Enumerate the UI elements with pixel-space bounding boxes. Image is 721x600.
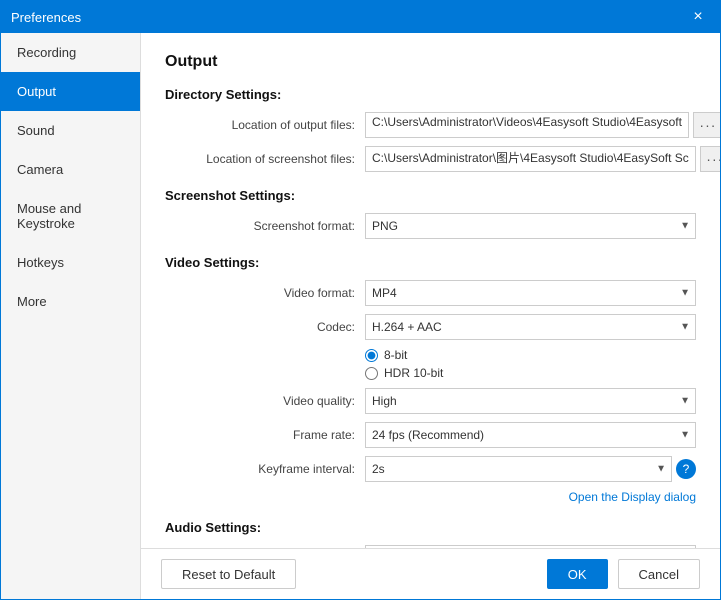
output-files-control: C:\Users\Administrator\Videos\4Easysoft … bbox=[365, 112, 720, 138]
video-format-control: MP4 MOV AVI MKV ▼ bbox=[365, 280, 696, 306]
video-format-select[interactable]: MP4 MOV AVI MKV bbox=[365, 280, 696, 306]
video-codec-label: Codec: bbox=[165, 320, 365, 334]
bit-hdr-option: HDR 10-bit bbox=[365, 366, 443, 380]
video-quality-row: Video quality: High Medium Low ▼ bbox=[165, 388, 696, 414]
sidebar-item-mouse-keystroke[interactable]: Mouse and Keystroke bbox=[1, 189, 140, 243]
sidebar-item-output[interactable]: Output bbox=[1, 72, 140, 111]
bit-depth-row: 8-bit HDR 10-bit bbox=[165, 348, 696, 380]
bit-8-radio[interactable] bbox=[365, 349, 378, 362]
bit-depth-radio-group: 8-bit HDR 10-bit bbox=[365, 348, 443, 380]
audio-section-title: Audio Settings: bbox=[165, 520, 696, 535]
video-quality-label: Video quality: bbox=[165, 394, 365, 408]
main-scroll-area: Output Directory Settings: Location of o… bbox=[141, 33, 720, 548]
screenshot-format-wrapper: PNG JPG BMP GIF ▼ bbox=[365, 213, 696, 239]
framerate-control: 24 fps (Recommend) 30 fps 60 fps ▼ bbox=[365, 422, 696, 448]
video-quality-wrapper: High Medium Low ▼ bbox=[365, 388, 696, 414]
screenshot-files-dots-button[interactable]: ··· bbox=[700, 146, 720, 172]
sidebar-item-more[interactable]: More bbox=[1, 282, 140, 321]
video-codec-wrapper: H.264 + AAC H.265 + AAC ▼ bbox=[365, 314, 696, 340]
bit-8-label: 8-bit bbox=[384, 348, 407, 362]
cancel-button[interactable]: Cancel bbox=[618, 559, 700, 589]
screenshot-files-value: C:\Users\Administrator\图片\4Easysoft Stud… bbox=[365, 146, 696, 172]
sidebar: Recording Output Sound Camera Mouse and … bbox=[1, 33, 141, 599]
output-files-label: Location of output files: bbox=[165, 118, 365, 132]
framerate-label: Frame rate: bbox=[165, 428, 365, 442]
window-title: Preferences bbox=[11, 10, 686, 25]
sidebar-item-sound[interactable]: Sound bbox=[1, 111, 140, 150]
bit-hdr-label: HDR 10-bit bbox=[384, 366, 443, 380]
video-section-title: Video Settings: bbox=[165, 255, 696, 270]
framerate-select[interactable]: 24 fps (Recommend) 30 fps 60 fps bbox=[365, 422, 696, 448]
screenshot-files-label: Location of screenshot files: bbox=[165, 152, 365, 166]
screenshot-section-title: Screenshot Settings: bbox=[165, 188, 696, 203]
screenshot-format-label: Screenshot format: bbox=[165, 219, 365, 233]
video-quality-control: High Medium Low ▼ bbox=[365, 388, 696, 414]
bit-hdr-radio[interactable] bbox=[365, 367, 378, 380]
main-area: Output Directory Settings: Location of o… bbox=[141, 33, 720, 599]
keyframe-help-button[interactable]: ? bbox=[676, 459, 696, 479]
keyframe-select[interactable]: 2s 4s 6s bbox=[365, 456, 672, 482]
keyframe-control: 2s 4s 6s ▼ ? bbox=[365, 456, 696, 482]
video-format-label: Video format: bbox=[165, 286, 365, 300]
screenshot-format-control: PNG JPG BMP GIF ▼ bbox=[365, 213, 696, 239]
ok-button[interactable]: OK bbox=[547, 559, 608, 589]
audio-format-control: MP3 AAC FLAC WAV ▼ bbox=[365, 545, 696, 548]
keyframe-wrapper: 2s 4s 6s ▼ bbox=[365, 456, 672, 482]
video-format-wrapper: MP4 MOV AVI MKV ▼ bbox=[365, 280, 696, 306]
keyframe-row: Keyframe interval: 2s 4s 6s ▼ ? bbox=[165, 456, 696, 482]
audio-format-wrapper: MP3 AAC FLAC WAV ▼ bbox=[365, 545, 696, 548]
video-codec-control: H.264 + AAC H.265 + AAC ▼ bbox=[365, 314, 696, 340]
video-codec-select[interactable]: H.264 + AAC H.265 + AAC bbox=[365, 314, 696, 340]
framerate-row: Frame rate: 24 fps (Recommend) 30 fps 60… bbox=[165, 422, 696, 448]
bit-8-option: 8-bit bbox=[365, 348, 443, 362]
video-codec-row: Codec: H.264 + AAC H.265 + AAC ▼ bbox=[165, 314, 696, 340]
reset-button[interactable]: Reset to Default bbox=[161, 559, 296, 589]
screenshot-files-row: Location of screenshot files: C:\Users\A… bbox=[165, 146, 696, 172]
open-display-dialog-link[interactable]: Open the Display dialog bbox=[569, 490, 696, 504]
video-format-row: Video format: MP4 MOV AVI MKV ▼ bbox=[165, 280, 696, 306]
bit-depth-control: 8-bit HDR 10-bit bbox=[365, 348, 696, 380]
display-dialog-row: Open the Display dialog bbox=[165, 490, 696, 504]
sidebar-item-camera[interactable]: Camera bbox=[1, 150, 140, 189]
video-quality-select[interactable]: High Medium Low bbox=[365, 388, 696, 414]
sidebar-item-hotkeys[interactable]: Hotkeys bbox=[1, 243, 140, 282]
sidebar-item-recording[interactable]: Recording bbox=[1, 33, 140, 72]
page-title: Output bbox=[165, 53, 696, 71]
footer-right: OK Cancel bbox=[547, 559, 700, 589]
screenshot-format-select[interactable]: PNG JPG BMP GIF bbox=[365, 213, 696, 239]
content-area: Recording Output Sound Camera Mouse and … bbox=[1, 33, 720, 599]
titlebar: Preferences × bbox=[1, 1, 720, 33]
preferences-window: Preferences × Recording Output Sound Cam… bbox=[0, 0, 721, 600]
screenshot-format-row: Screenshot format: PNG JPG BMP GIF ▼ bbox=[165, 213, 696, 239]
output-files-dots-button[interactable]: ··· bbox=[693, 112, 720, 138]
footer: Reset to Default OK Cancel bbox=[141, 548, 720, 599]
framerate-wrapper: 24 fps (Recommend) 30 fps 60 fps ▼ bbox=[365, 422, 696, 448]
audio-format-select[interactable]: MP3 AAC FLAC WAV bbox=[365, 545, 696, 548]
output-files-value: C:\Users\Administrator\Videos\4Easysoft … bbox=[365, 112, 689, 138]
close-button[interactable]: × bbox=[686, 5, 710, 29]
output-files-row: Location of output files: C:\Users\Admin… bbox=[165, 112, 696, 138]
directory-section-title: Directory Settings: bbox=[165, 87, 696, 102]
keyframe-label: Keyframe interval: bbox=[165, 462, 365, 476]
screenshot-files-control: C:\Users\Administrator\图片\4Easysoft Stud… bbox=[365, 146, 720, 172]
